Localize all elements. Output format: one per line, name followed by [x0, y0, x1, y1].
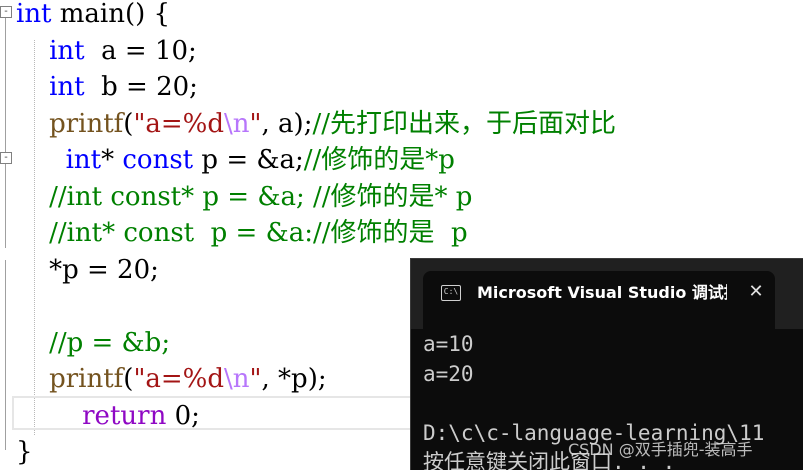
code-token: ( [123, 108, 134, 139]
code-token: const [122, 145, 194, 175]
csdn-watermark: CSDN @双手插兜-装高手 [568, 440, 753, 459]
code-line[interactable]: *p = 20; [16, 252, 159, 288]
code-token: ( [123, 364, 134, 394]
fold-line [5, 260, 6, 450]
code-token: b = [84, 72, 157, 102]
code-token: \n [224, 108, 250, 139]
code-line[interactable]: int main() { [16, 0, 170, 32]
code-token: "a=%d [133, 364, 225, 394]
code-line[interactable]: printf("a=%d\n", *p); [16, 361, 327, 397]
code-token: } [16, 437, 33, 467]
code-token: 20 [117, 254, 151, 285]
code-line[interactable]: //int const* p = &a; //修饰的是* p [16, 179, 472, 215]
cmd-icon: C:\ [441, 285, 461, 301]
code-token: //先打印出来，于后面对比 [312, 108, 616, 139]
code-line[interactable]: int* const p = &a;//修饰的是*p [16, 142, 455, 178]
code-token: ; [150, 254, 159, 285]
code-token: , a); [261, 108, 313, 139]
code-token: 0 [174, 400, 192, 431]
code-token: "a=%d [133, 108, 225, 139]
code-token: 10 [154, 35, 189, 66]
code-line[interactable]: } [16, 434, 33, 470]
code-line[interactable]: return 0; [16, 398, 200, 434]
close-icon[interactable]: ✕ [745, 281, 767, 303]
code-token: //修饰的是*p [303, 145, 455, 175]
code-token: ; [189, 72, 198, 102]
code-token: * [101, 145, 123, 175]
console-output-line: a=10 [423, 332, 474, 356]
fold-toggle-main[interactable]: - [0, 6, 12, 18]
code-token: int [49, 72, 85, 102]
console-output-line: a=20 [423, 362, 474, 386]
code-line[interactable]: //int* const p = &a://修饰的是 p [16, 215, 468, 251]
fold-line [5, 18, 6, 248]
code-token: return [82, 400, 167, 431]
console-tab[interactable]: C:\ Microsoft Visual Studio 调试控制台 ✕ [423, 271, 775, 329]
code-token: \n [224, 364, 250, 394]
code-token: *p = [49, 254, 118, 285]
code-token: , *p); [261, 364, 327, 394]
code-token: a = [84, 35, 155, 66]
code-token: //int const* p = &a; //修饰的是* p [49, 181, 473, 212]
code-token: " [249, 108, 262, 139]
code-token: main() { [51, 0, 171, 29]
code-line[interactable]: int a = 10; [16, 33, 197, 69]
code-token: printf [49, 108, 124, 139]
code-line[interactable]: //p = &b; [16, 325, 170, 361]
code-token: ; [191, 400, 200, 431]
code-token: " [249, 364, 262, 394]
code-token: int [16, 0, 52, 29]
editor-gutter: - - [0, 0, 12, 470]
code-token: int [49, 35, 85, 66]
code-token: 20 [156, 72, 190, 102]
console-titlebar: C:\ Microsoft Visual Studio 调试控制台 ✕ [411, 259, 803, 329]
code-line[interactable]: int b = 20; [16, 69, 198, 105]
code-token: p = &a; [193, 145, 304, 175]
code-token: //p = &b; [49, 327, 171, 358]
console-tab-title: Microsoft Visual Studio 调试控制台 [477, 283, 727, 302]
fold-toggle-line5[interactable]: - [0, 152, 12, 164]
code-token: int [65, 145, 102, 175]
code-token: ; [188, 35, 197, 66]
code-line[interactable]: printf("a=%d\n", a);//先打印出来，于后面对比 [16, 106, 616, 142]
code-token: printf [49, 364, 124, 394]
code-token: //int* const p = &a://修饰的是 p [49, 218, 468, 248]
